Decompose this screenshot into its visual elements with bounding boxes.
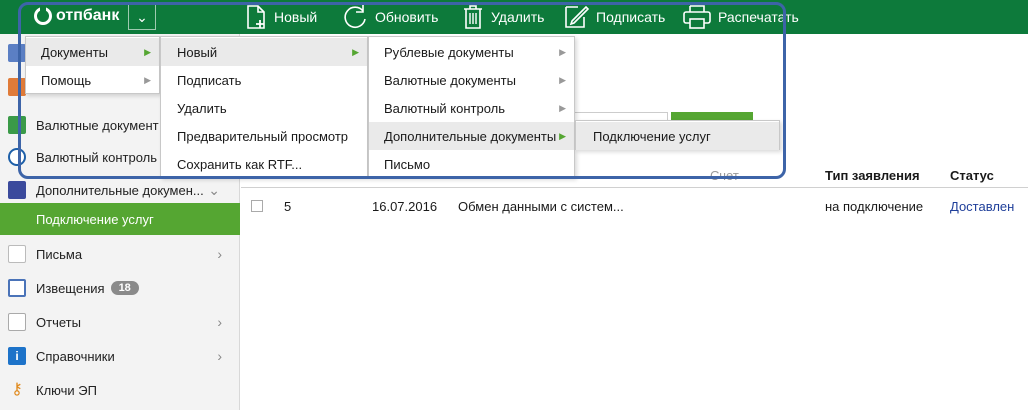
otp-logo-icon	[34, 5, 52, 25]
sidebar-item-letters[interactable]: Письма ›	[0, 237, 240, 271]
submenu-arrow-icon: ▶	[559, 46, 566, 57]
main-menu: Документы ▶ Помощь ▶	[25, 36, 160, 94]
new-button[interactable]: Новый	[244, 0, 317, 34]
menu-item-letter[interactable]: Письмо	[369, 150, 574, 178]
printer-icon	[683, 5, 711, 29]
delete-button[interactable]: Удалить	[461, 0, 544, 34]
column-header-status[interactable]: Статус	[950, 168, 994, 183]
print-button-label: Распечатать	[718, 9, 799, 25]
additional-documents-submenu: Подключение услуг	[575, 120, 780, 150]
sidebar-item-label: Дополнительные докумен...	[36, 182, 204, 198]
new-button-label: Новый	[274, 9, 318, 25]
menu-item-label: Валютный контроль	[384, 100, 506, 116]
menu-item-currency-control[interactable]: Валютный контроль ▶	[369, 94, 574, 122]
chevron-down-icon: ⌄	[136, 8, 148, 25]
column-header-request-type[interactable]: Тип заявления	[825, 168, 920, 183]
submenu-arrow-icon: ▶	[559, 74, 566, 85]
cell-request-type: на подключение	[825, 199, 924, 214]
cell-description: Обмен данными с систем...	[458, 199, 624, 214]
brand-name: отпбанк	[56, 7, 120, 24]
letter-icon	[8, 245, 26, 263]
submenu-arrow-icon: ▶	[559, 130, 566, 141]
new-document-icon	[247, 5, 265, 29]
submenu-arrow-icon: ▶	[559, 102, 566, 113]
documents-submenu: Новый ▶ Подписать Удалить Предварительны…	[160, 36, 368, 178]
info-icon: i	[8, 347, 26, 365]
key-icon: ⚷	[11, 381, 23, 398]
chevron-down-icon: ⌄	[208, 181, 220, 198]
sidebar-item-label: Извещения	[36, 280, 105, 296]
sidebar-item-reports[interactable]: Отчеты ›	[0, 305, 240, 339]
menu-item-label: Валютные документы	[384, 72, 516, 88]
main-menu-toggle[interactable]: ⌄	[128, 4, 156, 30]
menu-item-label: Письмо	[384, 156, 431, 172]
menu-item-label: Новый	[177, 44, 218, 60]
menu-item-label: Сохранить как RTF...	[177, 156, 303, 172]
menu-item-service-connection[interactable]: Подключение услуг	[576, 122, 779, 150]
chevron-right-icon: ›	[217, 246, 222, 262]
menu-item-save-rtf[interactable]: Сохранить как RTF...	[161, 150, 367, 178]
refresh-button[interactable]: Обновить	[341, 0, 438, 34]
sidebar-item-label: Ключи ЭП	[36, 382, 97, 398]
cell-number: 5	[284, 199, 292, 214]
cell-status: Доставлен	[950, 199, 1015, 214]
menu-item-ruble-documents[interactable]: Рублевые документы ▶	[369, 38, 574, 66]
menu-item-label: Удалить	[177, 100, 227, 116]
report-icon	[8, 313, 26, 331]
currency-document-icon	[8, 116, 26, 134]
menu-item-label: Дополнительные документы	[384, 128, 557, 144]
submenu-arrow-icon: ▶	[144, 46, 151, 57]
menu-item-label: Документы	[41, 44, 109, 60]
pen-sign-icon	[565, 5, 590, 28]
sidebar-item-label: Письма	[36, 246, 83, 262]
menu-item-label: Рублевые документы	[384, 44, 514, 60]
menu-item-preview[interactable]: Предварительный просмотр	[161, 122, 367, 150]
document-icon	[8, 78, 26, 96]
sidebar-item-additional-documents[interactable]: Дополнительные докумен... ⌄	[0, 173, 240, 207]
sidebar-item-references[interactable]: i Справочники ›	[0, 339, 240, 373]
row-checkbox[interactable]	[251, 200, 263, 212]
cell-date: 16.07.2016	[372, 199, 438, 214]
menu-item-additional-documents[interactable]: Дополнительные документы ▶	[369, 122, 574, 150]
menu-item-new[interactable]: Новый ▶	[161, 38, 367, 66]
new-submenu: Рублевые документы ▶ Валютные документы …	[368, 36, 575, 178]
menu-item-currency-documents[interactable]: Валютные документы ▶	[369, 66, 574, 94]
sidebar-item-label: Валютный контроль	[36, 149, 158, 165]
menu-item-label: Предварительный просмотр	[177, 128, 349, 144]
chevron-right-icon: ›	[217, 348, 222, 364]
menu-item-label: Подписать	[177, 72, 242, 88]
menu-item-sign[interactable]: Подписать	[161, 66, 367, 94]
menu-item-documents[interactable]: Документы ▶	[26, 38, 159, 66]
print-button[interactable]: Распечатать	[682, 0, 799, 34]
add-document-icon	[8, 181, 26, 199]
sidebar-item-service-connection[interactable]: Подключение услуг	[0, 203, 240, 235]
top-bar: отпбанк ⌄ Новый Обновить Удалить Подписа…	[0, 0, 1028, 34]
sign-button[interactable]: Подписать	[562, 0, 665, 34]
sign-button-label: Подписать	[596, 9, 666, 25]
menu-item-label: Помощь	[41, 72, 92, 88]
brand-logo[interactable]: отпбанк	[34, 4, 119, 28]
sidebar-item-label: Отчеты	[36, 314, 81, 330]
trash-icon	[464, 5, 482, 29]
document-icon	[8, 44, 26, 62]
menu-item-label: Подключение услуг	[593, 128, 711, 144]
notices-count-badge: 18	[110, 281, 139, 295]
sidebar-item-signature-keys[interactable]: ⚷ Ключи ЭП	[0, 373, 240, 407]
submenu-arrow-icon: ▶	[352, 46, 359, 57]
column-header-account[interactable]: Счет	[710, 168, 739, 183]
submenu-arrow-icon: ▶	[144, 74, 151, 85]
sidebar-item-label: Валютные документ	[36, 117, 159, 133]
refresh-icon	[344, 5, 366, 28]
sidebar-item-label: Справочники	[36, 348, 115, 364]
menu-item-help[interactable]: Помощь ▶	[26, 66, 159, 94]
menu-item-delete[interactable]: Удалить	[161, 94, 367, 122]
sidebar-item-label: Подключение услуг	[36, 211, 154, 227]
refresh-button-label: Обновить	[375, 9, 439, 25]
chevron-right-icon: ›	[217, 314, 222, 330]
delete-button-label: Удалить	[491, 9, 545, 25]
currency-control-icon	[8, 148, 26, 166]
notice-list-icon	[8, 279, 26, 297]
table-row[interactable]: 5 16.07.2016 Обмен данными с систем... н…	[241, 190, 1028, 222]
sidebar-item-notices[interactable]: Извещения 18	[0, 271, 240, 305]
